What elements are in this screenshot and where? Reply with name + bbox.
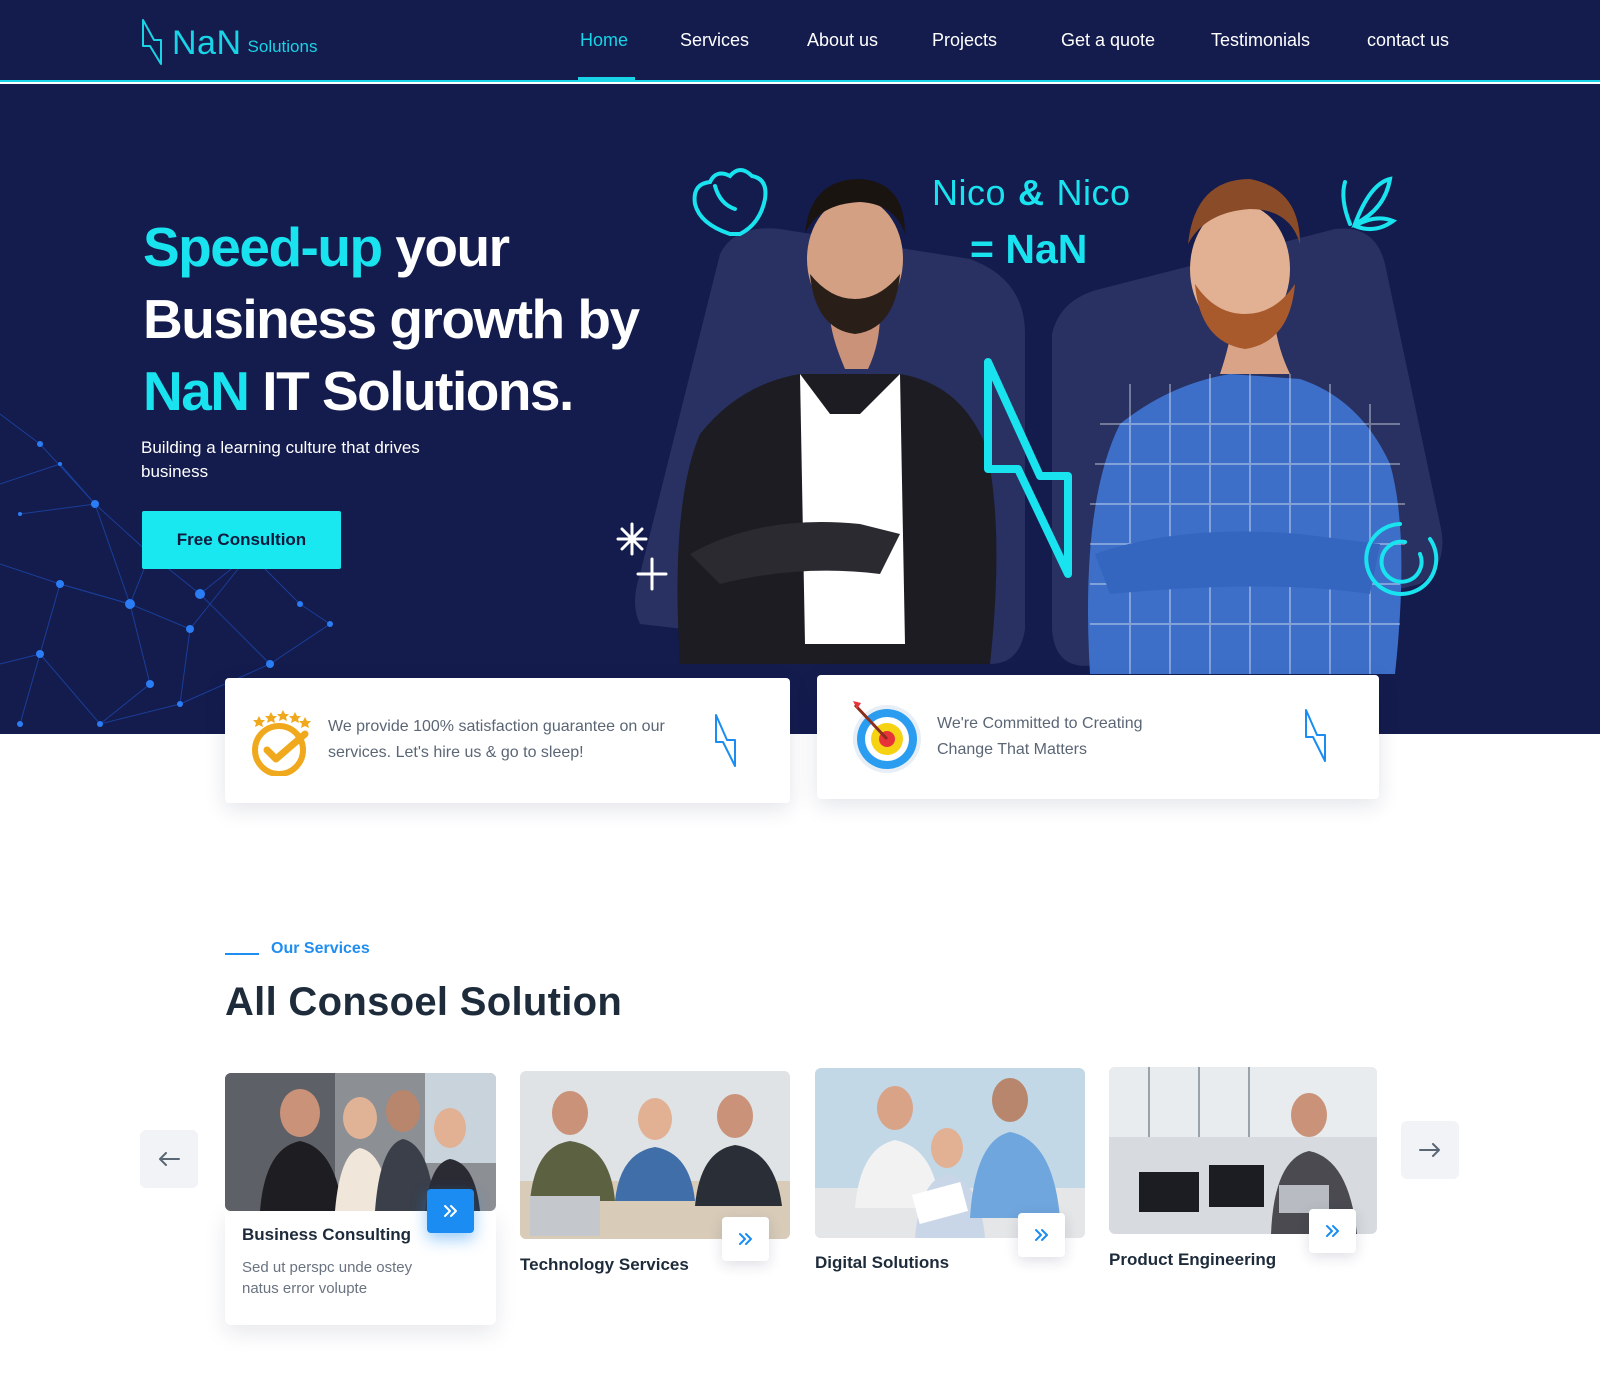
nav-item-home[interactable]: Home bbox=[580, 30, 628, 51]
nico-left-label: Nico bbox=[932, 172, 1007, 213]
hero-accent-nan: NaN bbox=[143, 360, 250, 422]
service-name: Digital Solutions bbox=[815, 1253, 950, 1272]
nan-equation: = NaN bbox=[970, 226, 1088, 272]
carousel-prev-button[interactable] bbox=[140, 1130, 198, 1188]
hero-title-part-2: Business growth by bbox=[143, 288, 640, 350]
ok-hand-icon bbox=[692, 168, 768, 236]
service-card-product[interactable]: Product Engineering bbox=[1109, 1067, 1377, 1275]
hero-subtitle: Building a learning culture that drives … bbox=[141, 438, 420, 481]
leaf-sprout-icon bbox=[1341, 176, 1398, 232]
arrow-right-icon bbox=[1419, 1143, 1440, 1157]
service-image-technology bbox=[520, 1071, 790, 1239]
nav-item-projects[interactable]: Projects bbox=[932, 30, 997, 51]
service-open-button[interactable] bbox=[427, 1189, 474, 1233]
service-card-digital[interactable]: Digital Solutions bbox=[815, 1068, 1085, 1276]
feature-text-guarantee: We provide 100% satisfaction guarantee o… bbox=[328, 718, 665, 761]
service-card-technology[interactable]: Technology Services bbox=[520, 1071, 790, 1277]
services-eyebrow: Our Services bbox=[271, 940, 370, 957]
service-name: Product Engineering bbox=[1109, 1250, 1277, 1269]
nav-item-testimonials[interactable]: Testimonials bbox=[1211, 30, 1310, 51]
free-consultation-button[interactable]: Free Consultion bbox=[142, 511, 341, 569]
eyebrow-line bbox=[225, 953, 259, 955]
service-card-business-consulting[interactable]: Business Consulting Sed ut perspc unde o… bbox=[225, 1073, 496, 1325]
hero-title-part-1: your bbox=[381, 216, 510, 278]
service-name: Technology Services bbox=[520, 1255, 689, 1274]
target-icon bbox=[853, 701, 921, 773]
feature-card-commitment: We're Committed to Creating Change That … bbox=[817, 675, 1379, 799]
service-description: Sed ut perspc unde ostey natus error vol… bbox=[242, 1259, 413, 1297]
service-open-button[interactable] bbox=[1018, 1213, 1065, 1257]
service-open-button[interactable] bbox=[1309, 1209, 1356, 1253]
nav-item-contact[interactable]: contact us bbox=[1367, 30, 1449, 51]
lightning-outline-icon bbox=[715, 714, 736, 767]
nico-right-label: Nico bbox=[1056, 172, 1131, 213]
arrow-left-icon bbox=[159, 1152, 180, 1166]
double-chevron-right-icon bbox=[1034, 1229, 1048, 1241]
hero-title-part-3: IT Solutions. bbox=[248, 360, 574, 422]
nico-tagline: Nico & Nico bbox=[932, 172, 1131, 214]
nav-item-quote[interactable]: Get a quote bbox=[1061, 30, 1155, 51]
main-nav: Home Services About us Projects Get a qu… bbox=[0, 0, 1600, 82]
double-chevron-right-icon bbox=[443, 1205, 457, 1217]
feature-card-guarantee: We provide 100% satisfaction guarantee o… bbox=[225, 678, 790, 803]
services-title: All Consoel Solution bbox=[225, 980, 623, 1024]
double-chevron-right-icon bbox=[1325, 1225, 1339, 1237]
hero-headline: Speed-up your Business growth by NaN IT … bbox=[143, 211, 663, 427]
feature-text-commitment: We're Committed to Creating Change That … bbox=[937, 715, 1143, 758]
hero-accent-speedup: Speed-up bbox=[143, 216, 383, 278]
double-chevron-right-icon bbox=[738, 1233, 752, 1245]
nav-active-indicator bbox=[578, 77, 635, 80]
service-open-button[interactable] bbox=[722, 1217, 769, 1261]
rating-check-icon bbox=[252, 710, 311, 776]
service-name: Business Consulting bbox=[242, 1225, 412, 1244]
carousel-next-button[interactable] bbox=[1401, 1121, 1459, 1179]
nav-item-services[interactable]: Services bbox=[680, 30, 749, 51]
site-header: NaN Solutions Home Services About us Pro… bbox=[0, 0, 1600, 82]
hero-section: Speed-up your Business growth by NaN IT … bbox=[0, 84, 1600, 734]
nav-item-about[interactable]: About us bbox=[807, 30, 878, 51]
lightning-outline-icon bbox=[1305, 709, 1326, 762]
nico-amp: & bbox=[1018, 172, 1045, 213]
